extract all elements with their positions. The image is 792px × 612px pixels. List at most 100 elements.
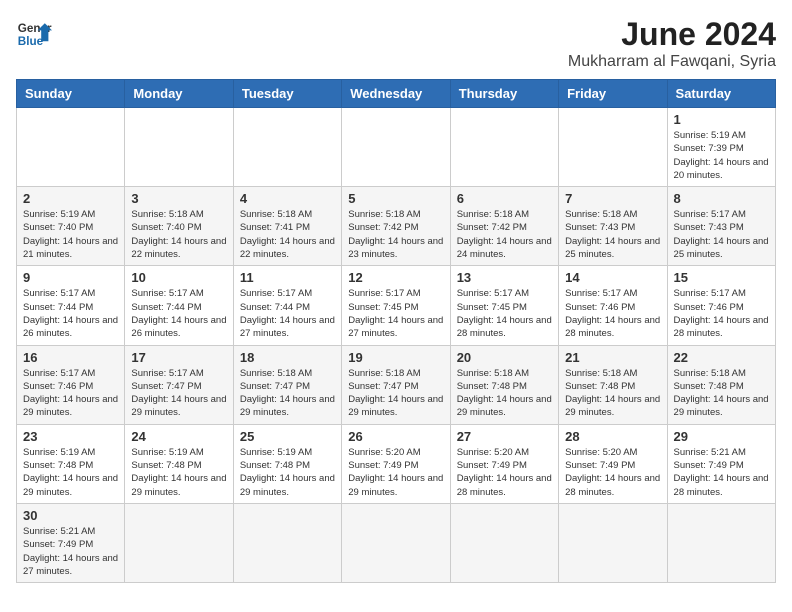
calendar-cell: 8 Sunrise: 5:17 AM Sunset: 7:43 PM Daylig… <box>667 187 775 266</box>
day-number: 8 <box>674 191 769 206</box>
calendar-cell: 20 Sunrise: 5:18 AM Sunset: 7:48 PM Dayli… <box>450 345 558 424</box>
calendar-cell <box>125 503 233 582</box>
day-info: Sunrise: 5:20 AM Sunset: 7:49 PM Dayligh… <box>565 446 660 499</box>
day-info: Sunrise: 5:18 AM Sunset: 7:48 PM Dayligh… <box>565 367 660 420</box>
day-info: Sunrise: 5:18 AM Sunset: 7:48 PM Dayligh… <box>457 367 552 420</box>
calendar-cell: 4Sunrise: 5:18 AM Sunset: 7:41 PM Daylig… <box>233 187 341 266</box>
week-row-5: 23 Sunrise: 5:19 AM Sunset: 7:48 PM Dayli… <box>17 424 776 503</box>
title-area: June 2024 Mukharram al Fawqani, Syria <box>568 16 776 71</box>
calendar-cell <box>559 503 667 582</box>
calendar-cell: 12Sunrise: 5:17 AM Sunset: 7:45 PM Dayli… <box>342 266 450 345</box>
day-info: Sunrise: 5:20 AM Sunset: 7:49 PM Dayligh… <box>457 446 552 499</box>
calendar-cell <box>450 108 558 187</box>
day-number: 23 <box>23 429 118 444</box>
logo: General Blue <box>16 16 52 52</box>
day-number: 26 <box>348 429 443 444</box>
calendar-cell: 6 Sunrise: 5:18 AM Sunset: 7:42 PM Daylig… <box>450 187 558 266</box>
day-number: 30 <box>23 508 118 523</box>
calendar-cell: 3 Sunrise: 5:18 AM Sunset: 7:40 PM Daylig… <box>125 187 233 266</box>
calendar-cell: 15 Sunrise: 5:17 AM Sunset: 7:46 PM Dayli… <box>667 266 775 345</box>
day-info: Sunrise: 5:18 AM Sunset: 7:48 PM Dayligh… <box>674 367 769 420</box>
calendar-cell: 27 Sunrise: 5:20 AM Sunset: 7:49 PM Dayli… <box>450 424 558 503</box>
day-number: 17 <box>131 350 226 365</box>
day-info: Sunrise: 5:18 AM Sunset: 7:43 PM Dayligh… <box>565 208 660 261</box>
day-info: Sunrise: 5:18 AM Sunset: 7:42 PM Dayligh… <box>457 208 552 261</box>
weekday-header-friday: Friday <box>559 80 667 108</box>
weekday-header-saturday: Saturday <box>667 80 775 108</box>
calendar-cell: 1 Sunrise: 5:19 AM Sunset: 7:39 PM Daylig… <box>667 108 775 187</box>
day-number: 19 <box>348 350 443 365</box>
day-info: Sunrise: 5:17 AM Sunset: 7:46 PM Dayligh… <box>674 287 769 340</box>
day-number: 18 <box>240 350 335 365</box>
location-title: Mukharram al Fawqani, Syria <box>568 53 776 71</box>
svg-text:Blue: Blue <box>18 35 44 48</box>
day-number: 2 <box>23 191 118 206</box>
day-number: 3 <box>131 191 226 206</box>
calendar-cell: 5Sunrise: 5:18 AM Sunset: 7:42 PM Daylig… <box>342 187 450 266</box>
day-info: Sunrise: 5:21 AM Sunset: 7:49 PM Dayligh… <box>674 446 769 499</box>
day-info: Sunrise: 5:18 AM Sunset: 7:41 PM Dayligh… <box>240 208 335 261</box>
calendar-cell: 28 Sunrise: 5:20 AM Sunset: 7:49 PM Dayli… <box>559 424 667 503</box>
calendar-cell: 26 Sunrise: 5:20 AM Sunset: 7:49 PM Dayli… <box>342 424 450 503</box>
day-info: Sunrise: 5:19 AM Sunset: 7:48 PM Dayligh… <box>240 446 335 499</box>
calendar-cell: 16Sunrise: 5:17 AM Sunset: 7:46 PM Dayli… <box>17 345 125 424</box>
day-info: Sunrise: 5:18 AM Sunset: 7:47 PM Dayligh… <box>348 367 443 420</box>
weekday-header-row: SundayMondayTuesdayWednesdayThursdayFrid… <box>17 80 776 108</box>
day-number: 20 <box>457 350 552 365</box>
calendar-cell: 11 Sunrise: 5:17 AM Sunset: 7:44 PM Dayli… <box>233 266 341 345</box>
calendar-cell <box>233 503 341 582</box>
week-row-1: 1 Sunrise: 5:19 AM Sunset: 7:39 PM Daylig… <box>17 108 776 187</box>
day-number: 15 <box>674 270 769 285</box>
calendar-cell <box>125 108 233 187</box>
day-number: 14 <box>565 270 660 285</box>
calendar-cell <box>667 503 775 582</box>
day-info: Sunrise: 5:18 AM Sunset: 7:40 PM Dayligh… <box>131 208 226 261</box>
day-number: 12 <box>348 270 443 285</box>
day-number: 22 <box>674 350 769 365</box>
calendar-cell <box>233 108 341 187</box>
day-info: Sunrise: 5:19 AM Sunset: 7:39 PM Dayligh… <box>674 129 769 182</box>
day-info: Sunrise: 5:17 AM Sunset: 7:46 PM Dayligh… <box>565 287 660 340</box>
calendar-cell: 10Sunrise: 5:17 AM Sunset: 7:44 PM Dayli… <box>125 266 233 345</box>
day-number: 1 <box>674 112 769 127</box>
day-number: 7 <box>565 191 660 206</box>
calendar-cell: 21Sunrise: 5:18 AM Sunset: 7:48 PM Dayli… <box>559 345 667 424</box>
calendar-cell: 29Sunrise: 5:21 AM Sunset: 7:49 PM Dayli… <box>667 424 775 503</box>
day-number: 28 <box>565 429 660 444</box>
calendar-cell: 14 Sunrise: 5:17 AM Sunset: 7:46 PM Dayli… <box>559 266 667 345</box>
calendar-cell <box>342 503 450 582</box>
logo-icon: General Blue <box>16 16 52 52</box>
day-info: Sunrise: 5:17 AM Sunset: 7:44 PM Dayligh… <box>240 287 335 340</box>
day-info: Sunrise: 5:19 AM Sunset: 7:48 PM Dayligh… <box>131 446 226 499</box>
weekday-header-tuesday: Tuesday <box>233 80 341 108</box>
day-number: 13 <box>457 270 552 285</box>
day-number: 11 <box>240 270 335 285</box>
calendar-cell: 23 Sunrise: 5:19 AM Sunset: 7:48 PM Dayli… <box>17 424 125 503</box>
calendar-cell: 19 Sunrise: 5:18 AM Sunset: 7:47 PM Dayli… <box>342 345 450 424</box>
day-info: Sunrise: 5:17 AM Sunset: 7:43 PM Dayligh… <box>674 208 769 261</box>
day-number: 16 <box>23 350 118 365</box>
calendar-cell <box>17 108 125 187</box>
calendar-cell: 22 Sunrise: 5:18 AM Sunset: 7:48 PM Dayli… <box>667 345 775 424</box>
day-number: 24 <box>131 429 226 444</box>
day-info: Sunrise: 5:19 AM Sunset: 7:48 PM Dayligh… <box>23 446 118 499</box>
weekday-header-wednesday: Wednesday <box>342 80 450 108</box>
day-info: Sunrise: 5:17 AM Sunset: 7:44 PM Dayligh… <box>131 287 226 340</box>
day-info: Sunrise: 5:20 AM Sunset: 7:49 PM Dayligh… <box>348 446 443 499</box>
calendar-cell: 30Sunrise: 5:21 AM Sunset: 7:49 PM Dayli… <box>17 503 125 582</box>
calendar-cell: 24 Sunrise: 5:19 AM Sunset: 7:48 PM Dayli… <box>125 424 233 503</box>
day-number: 5 <box>348 191 443 206</box>
day-info: Sunrise: 5:17 AM Sunset: 7:45 PM Dayligh… <box>457 287 552 340</box>
day-info: Sunrise: 5:17 AM Sunset: 7:47 PM Dayligh… <box>131 367 226 420</box>
month-title: June 2024 <box>568 16 776 53</box>
calendar-cell: 9Sunrise: 5:17 AM Sunset: 7:44 PM Daylig… <box>17 266 125 345</box>
calendar-cell: 7 Sunrise: 5:18 AM Sunset: 7:43 PM Daylig… <box>559 187 667 266</box>
weekday-header-sunday: Sunday <box>17 80 125 108</box>
calendar-cell: 25Sunrise: 5:19 AM Sunset: 7:48 PM Dayli… <box>233 424 341 503</box>
day-number: 27 <box>457 429 552 444</box>
day-number: 6 <box>457 191 552 206</box>
day-info: Sunrise: 5:18 AM Sunset: 7:47 PM Dayligh… <box>240 367 335 420</box>
day-info: Sunrise: 5:19 AM Sunset: 7:40 PM Dayligh… <box>23 208 118 261</box>
calendar-table: SundayMondayTuesdayWednesdayThursdayFrid… <box>16 79 776 583</box>
calendar-cell: 13 Sunrise: 5:17 AM Sunset: 7:45 PM Dayli… <box>450 266 558 345</box>
